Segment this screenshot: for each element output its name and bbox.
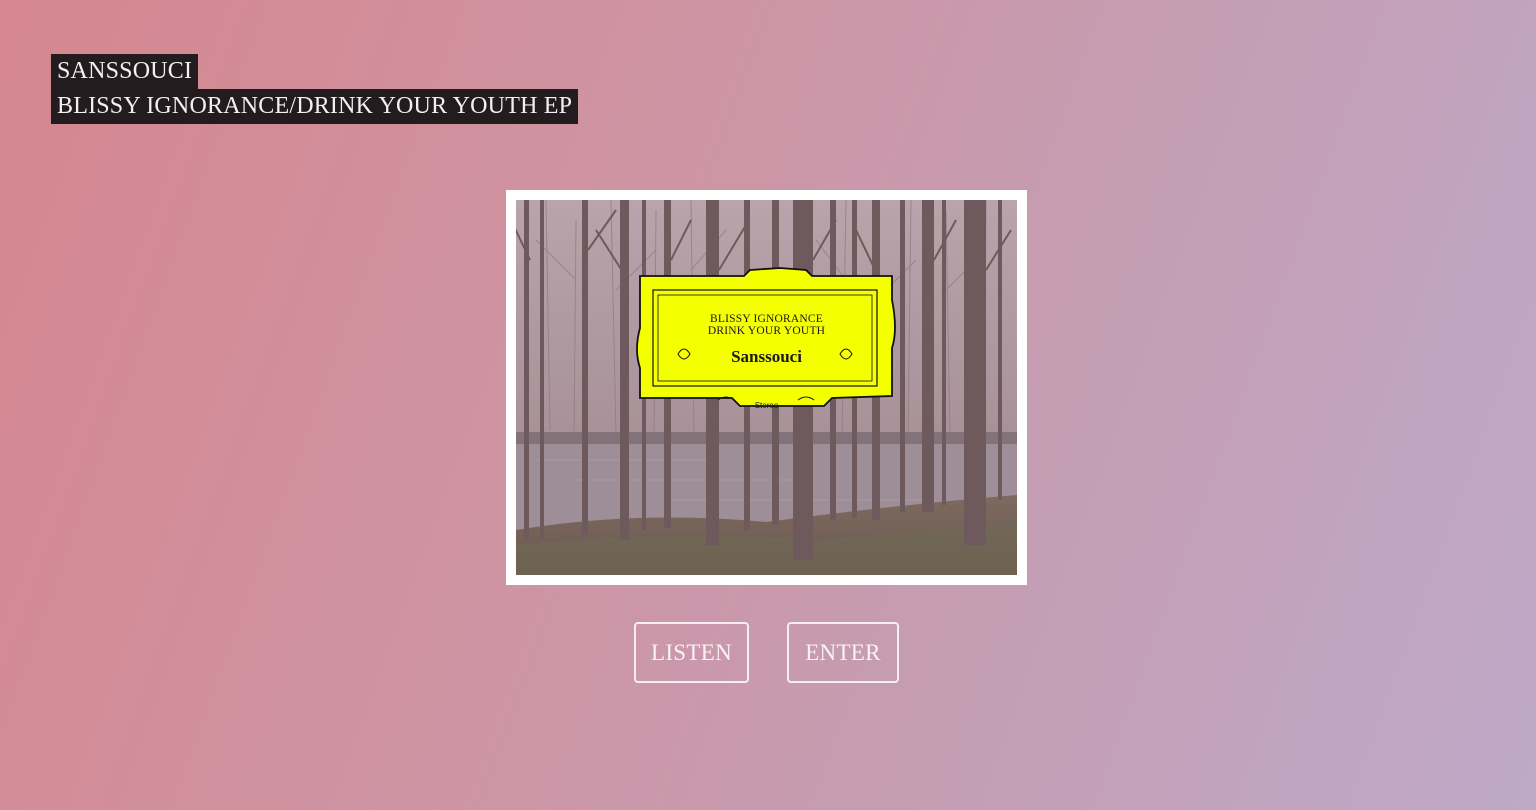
listen-button[interactable]: LISTEN: [634, 622, 749, 683]
cover-label: [636, 267, 896, 407]
artist-name: SANSSOUCI: [51, 54, 199, 89]
enter-button[interactable]: ENTER: [787, 622, 899, 683]
cover-label-artist: Sanssouci: [731, 347, 802, 366]
release-title: BLISSY IGNORANCE/DRINK YOUR YOUTH EP: [51, 89, 579, 124]
cover-label-title-line1: BLISSY IGNORANCE: [710, 313, 823, 325]
cover-label-title: BLISSY IGNORANCE DRINK YOUR YOUTH: [516, 313, 1017, 337]
forest-image: [516, 200, 1017, 575]
cover-label-title-line2: DRINK YOUR YOUTH: [707, 325, 826, 337]
album-cover-frame: BLISSY IGNORANCE DRINK YOUR YOUTH Sansso…: [506, 190, 1027, 585]
cover-label-stereo: Stereo: [754, 401, 779, 410]
title-block: SANSSOUCI BLISSY IGNORANCE/DRINK YOUR YO…: [51, 54, 579, 124]
album-cover: BLISSY IGNORANCE DRINK YOUR YOUTH Sansso…: [516, 200, 1017, 575]
